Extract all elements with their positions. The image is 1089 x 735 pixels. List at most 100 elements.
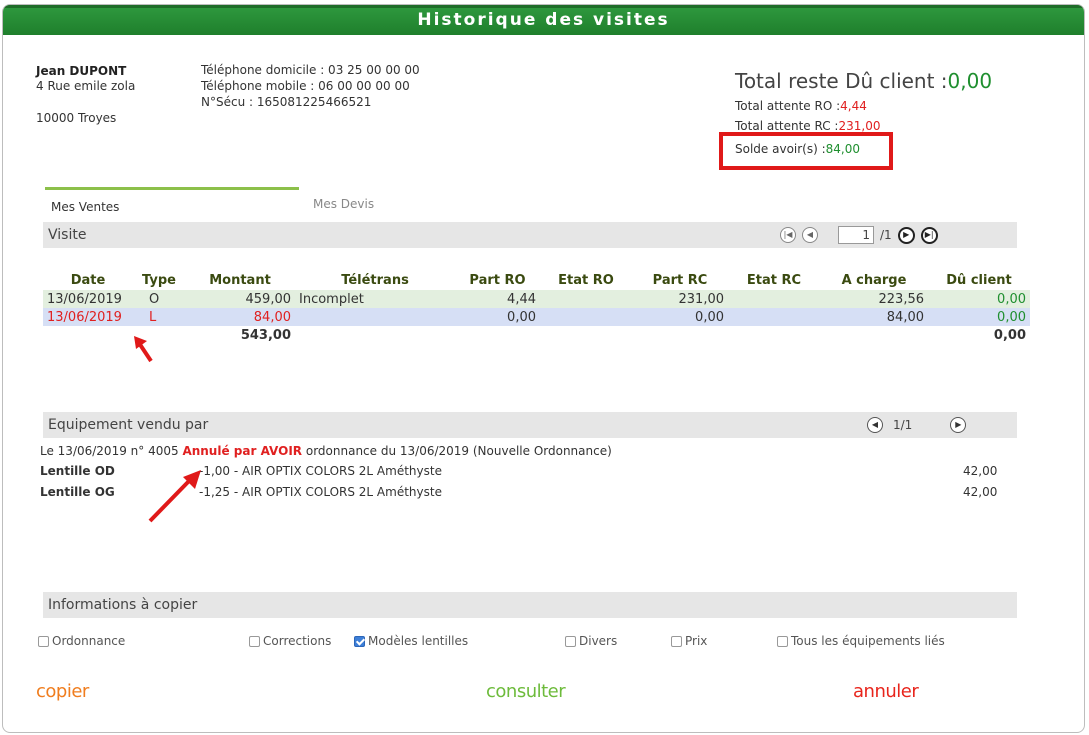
- cell-type: O: [133, 290, 185, 308]
- equipement-page: 1/1: [893, 418, 913, 432]
- cell-etat-ro: [540, 308, 632, 326]
- cell-part-ro: 0,00: [455, 308, 540, 326]
- col-type: Type: [142, 273, 176, 288]
- col-date: Date: [70, 273, 106, 288]
- cell-type: L: [133, 308, 185, 326]
- total-rc-line: Total attente RC :231,00: [735, 119, 880, 133]
- checkbox-corrections[interactable]: [249, 635, 260, 647]
- totals-row: 543,00 0,00: [43, 326, 1030, 344]
- option-label: Tous les équipements liés: [791, 634, 945, 648]
- option-prix[interactable]: Prix: [671, 634, 707, 648]
- last-page-icon[interactable]: ▶|: [920, 226, 938, 244]
- copier-button[interactable]: copier: [36, 681, 89, 702]
- empty-cell: [43, 326, 133, 344]
- item-price-og: 42,00: [963, 485, 998, 499]
- equipement-section-title: Equipement vendu par: [48, 417, 209, 433]
- total-ro-value: 4,44: [840, 99, 867, 113]
- next-page-icon[interactable]: ▶: [897, 226, 915, 244]
- option-label: Prix: [685, 634, 708, 648]
- item-label-og: Lentille OG: [40, 485, 115, 499]
- cell-a-charge: 84,00: [820, 308, 928, 326]
- empty-cell: [728, 326, 820, 344]
- next-page-icon[interactable]: ▶: [950, 417, 967, 433]
- option-label: Ordonnance: [52, 634, 126, 648]
- cell-part-ro: 4,44: [455, 290, 540, 308]
- phone-mobile: Téléphone mobile : 06 00 00 00 00: [201, 79, 410, 93]
- equipement-pager: ◀ 1/1 ▶: [867, 412, 967, 438]
- col-part-rc: Part RC: [652, 273, 708, 288]
- avoir-highlight-box: Solde avoir(s) :84,00: [719, 132, 893, 170]
- item-price-od: 42,00: [963, 464, 998, 478]
- table-row[interactable]: 13/06/2019 O 459,00 Incomplet 4,44 231,0…: [43, 290, 1030, 308]
- option-label: Divers: [579, 634, 618, 648]
- equipement-section-header: Equipement vendu par ◀ 1/1 ▶: [43, 412, 1017, 438]
- equipement-info-prefix: Le 13/06/2019 n° 4005: [40, 444, 179, 458]
- copy-info-section-header: Informations à copier: [43, 592, 1017, 618]
- cell-etat-ro: [540, 290, 632, 308]
- checkbox-prix[interactable]: [671, 635, 682, 647]
- total-ro-label: Total attente RO :: [735, 99, 841, 113]
- table-row[interactable]: 13/06/2019 L 84,00 0,00 0,00 84,00 0,00: [43, 308, 1030, 326]
- visits-header-row: Date Type Montant Télétrans Part RO Etat…: [43, 271, 1030, 290]
- tab-mes-devis[interactable]: Mes Devis: [307, 187, 487, 217]
- annotation-arrow-up: [134, 336, 153, 363]
- avoir-label: Solde avoir(s) :: [735, 142, 826, 156]
- cell-etat-rc: [728, 290, 820, 308]
- empty-cell: [455, 326, 540, 344]
- item-desc-og: -1,25 - AIR OPTIX COLORS 2L Améthyste: [199, 485, 442, 499]
- annuler-button[interactable]: annuler: [853, 681, 919, 702]
- col-teletrans: Télétrans: [341, 273, 409, 288]
- checkbox-modeles-lentilles[interactable]: [354, 635, 365, 647]
- item-label-od: Lentille OD: [40, 464, 115, 478]
- checkbox-ordonnance[interactable]: [38, 635, 49, 647]
- option-corrections[interactable]: Corrections: [249, 634, 331, 648]
- visite-pager: |◀ ◀ 1 /1 ▶ ▶|: [780, 222, 938, 248]
- prev-page-icon[interactable]: ◀: [802, 227, 818, 243]
- client-city: 10000 Troyes: [36, 111, 117, 125]
- avoir-value: 84,00: [825, 142, 861, 156]
- option-divers[interactable]: Divers: [565, 634, 617, 648]
- option-modeles-lentilles[interactable]: Modèles lentilles: [354, 634, 468, 648]
- tab-bar: Mes Ventes Mes Devis: [45, 187, 525, 217]
- equipement-info-line: Le 13/06/2019 n° 4005 Annulé par AVOIR o…: [40, 444, 612, 458]
- empty-cell: [632, 326, 728, 344]
- checkbox-tous-equipements[interactable]: [777, 635, 788, 647]
- col-montant: Montant: [209, 273, 271, 288]
- page-number-input[interactable]: 1: [838, 226, 874, 244]
- col-du-client: Dû client: [946, 273, 1012, 288]
- col-a-charge: A charge: [841, 273, 907, 288]
- cell-etat-rc: [728, 308, 820, 326]
- prev-page-icon[interactable]: ◀: [867, 417, 883, 433]
- equipement-info-suffix: ordonnance du 13/06/2019 (Nouvelle Ordon…: [305, 444, 612, 458]
- annotation-arrow-diagonal: [148, 470, 201, 523]
- visite-section-title: Visite: [48, 227, 87, 243]
- option-tous-equipements[interactable]: Tous les équipements liés: [777, 634, 945, 648]
- history-window: Historique des visites Jean DUPONT 4 Rue…: [2, 4, 1085, 733]
- total-due-label: Total reste Dû client :: [735, 69, 948, 93]
- checkbox-divers[interactable]: [565, 635, 576, 647]
- window-title: Historique des visites: [3, 5, 1084, 35]
- equipement-status: Annulé par AVOIR: [182, 444, 303, 458]
- cell-date: 13/06/2019: [43, 308, 133, 326]
- avoir-line: Solde avoir(s) :84,00: [735, 142, 860, 156]
- empty-cell: [820, 326, 928, 344]
- cell-montant: 459,00: [185, 290, 295, 308]
- tab-mes-ventes[interactable]: Mes Ventes: [45, 187, 299, 217]
- cell-date: 13/06/2019: [43, 290, 133, 308]
- first-page-icon[interactable]: |◀: [780, 227, 796, 243]
- option-ordonnance[interactable]: Ordonnance: [38, 634, 125, 648]
- title-top-strip: [3, 5, 1084, 8]
- page-total: /1: [880, 228, 892, 242]
- option-label: Modèles lentilles: [368, 634, 469, 648]
- total-montant: 543,00: [240, 327, 291, 343]
- empty-cell: [540, 326, 632, 344]
- consulter-button[interactable]: consulter: [486, 681, 566, 702]
- item-desc-od: -1,00 - AIR OPTIX COLORS 2L Améthyste: [199, 464, 442, 478]
- option-label: Corrections: [263, 634, 332, 648]
- total-rc-value: 231,00: [838, 119, 881, 133]
- col-etat-rc: Etat RC: [746, 273, 802, 288]
- empty-cell: [295, 326, 455, 344]
- total-du: 0,00: [993, 327, 1026, 343]
- cell-part-rc: 231,00: [632, 290, 728, 308]
- total-due-value: 0,00: [947, 69, 993, 93]
